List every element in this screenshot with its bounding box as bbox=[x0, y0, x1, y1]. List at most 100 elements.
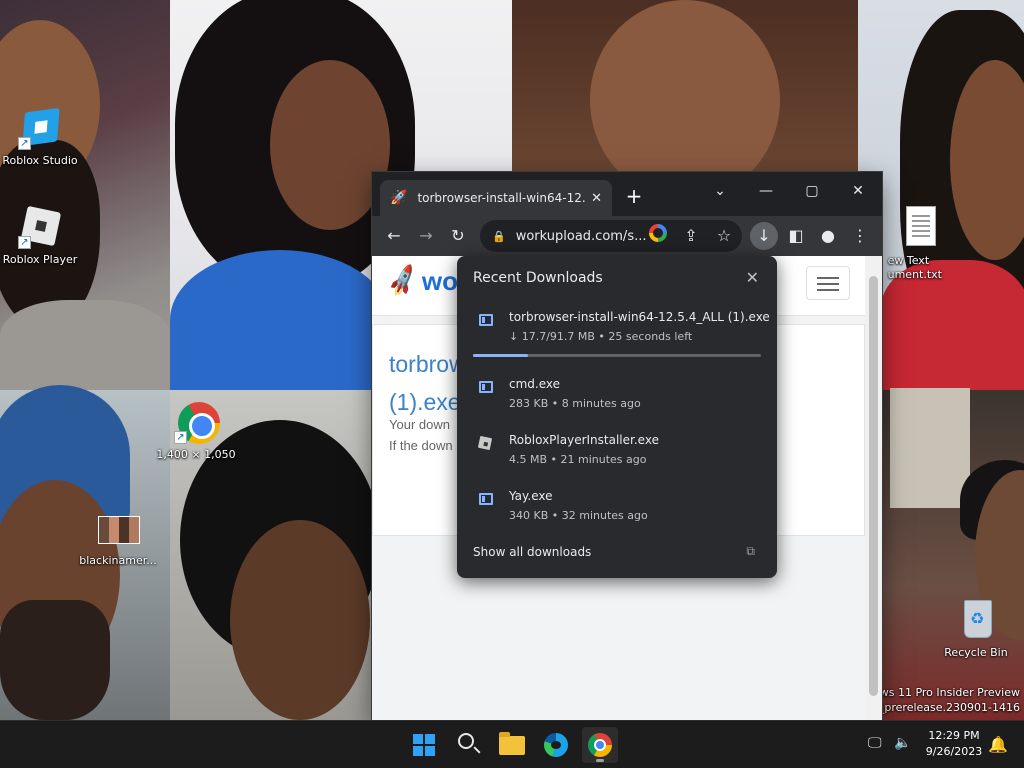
desktop-icon-label: Recycle Bin bbox=[944, 646, 1008, 659]
maximize-button[interactable]: ▢ bbox=[790, 176, 834, 206]
windows-logo-icon bbox=[413, 734, 435, 756]
exe-file-icon bbox=[479, 493, 493, 505]
google-icon[interactable] bbox=[649, 224, 667, 242]
desktop-icon-text-document[interactable]: ew Text ument.txt bbox=[872, 206, 942, 282]
search-button[interactable] bbox=[450, 727, 486, 763]
download-item[interactable]: RobloxPlayerInstaller.exe 4.5 MB • 21 mi… bbox=[457, 433, 777, 483]
desktop-icon-tooltip: 1,400 × 1,050 bbox=[156, 448, 236, 461]
back-button[interactable]: ← bbox=[380, 222, 408, 250]
wallpaper-face bbox=[230, 520, 370, 720]
folder-icon bbox=[499, 732, 525, 755]
wallpaper-detail bbox=[170, 250, 390, 390]
wallpaper-detail bbox=[0, 600, 110, 720]
desktop-icon-label: blackinamer... bbox=[79, 554, 157, 567]
close-icon[interactable]: ✕ bbox=[746, 268, 759, 287]
windows-watermark-build: rs_prerelease.230901-1416 bbox=[868, 701, 1020, 714]
page-scrollbar[interactable] bbox=[865, 256, 882, 720]
chrome-taskbar-button[interactable] bbox=[582, 727, 618, 763]
bookmark-star-icon[interactable]: ☆ bbox=[710, 222, 738, 250]
clock-date: 9/26/2023 bbox=[925, 745, 983, 758]
download-status: 283 KB • 8 minutes ago bbox=[509, 397, 641, 410]
text-file-icon bbox=[906, 206, 936, 246]
file-heading-line1: torbrow bbox=[389, 351, 466, 377]
desktop-icon-recycle-bin[interactable]: Recycle Bin bbox=[936, 598, 1016, 659]
file-heading: torbrow (1).exe bbox=[389, 345, 466, 421]
tab-search-button[interactable]: ⌄ bbox=[698, 176, 742, 206]
lock-icon: 🔒 bbox=[492, 229, 506, 243]
download-filename: RobloxPlayerInstaller.exe bbox=[509, 433, 659, 447]
url-text: workupload.com/s... bbox=[515, 228, 647, 244]
download-item[interactable]: torbrowser-install-win64-12.5.4_ALL (1).… bbox=[457, 310, 777, 360]
share-icon[interactable]: ⇪ bbox=[677, 222, 705, 250]
desktop-icon-label: Roblox Player bbox=[2, 253, 78, 266]
logo-text: wo bbox=[421, 266, 458, 296]
search-icon bbox=[458, 733, 474, 749]
download-status: 4.5 MB • 21 minutes ago bbox=[509, 453, 647, 466]
windows-watermark-edition: ows 11 Pro Insider Preview bbox=[873, 686, 1020, 699]
download-filename: torbrowser-install-win64-12.5.4_ALL (1).… bbox=[509, 310, 770, 324]
taskbar: 🖵 🔈 12:29 PM 9/26/2023 🔔 bbox=[0, 720, 1024, 768]
wallpaper-detail bbox=[0, 300, 170, 390]
forward-button[interactable]: → bbox=[412, 222, 440, 250]
download-progress-bar bbox=[473, 354, 761, 357]
notification-bell-icon[interactable]: 🔔 bbox=[988, 735, 1008, 754]
edge-icon bbox=[544, 733, 568, 757]
tab-title: torbrowser-install-win64-12.5.4_ALL bbox=[417, 191, 586, 205]
download-status: 340 KB • 32 minutes ago bbox=[509, 509, 648, 522]
side-panel-icon[interactable]: ◧ bbox=[782, 222, 810, 250]
exe-file-icon bbox=[479, 381, 493, 393]
download-status: ↓ 17.7/91.7 MB • 25 seconds left bbox=[509, 330, 693, 343]
desktop-icon-google-chrome[interactable]: ↗ 1,400 × 1,050 bbox=[156, 400, 236, 461]
chrome-icon bbox=[588, 733, 612, 757]
download-item[interactable]: Yay.exe 340 KB • 32 minutes ago bbox=[457, 489, 777, 539]
open-external-icon[interactable]: ⧉ bbox=[746, 544, 755, 559]
download-progress-fill bbox=[473, 354, 528, 357]
browser-toolbar: ← → ↻ 🔒 workupload.com/s... ⇪ ☆ ↓ ◧ ● ⋮ bbox=[372, 216, 882, 256]
desktop-icon-blackinamerica[interactable]: blackinamer... bbox=[78, 506, 158, 567]
scrollbar-thumb[interactable] bbox=[869, 276, 878, 696]
show-all-downloads-link[interactable]: Show all downloads bbox=[473, 545, 591, 559]
minimize-button[interactable]: — bbox=[744, 176, 788, 206]
downloads-panel: Recent Downloads ✕ torbrowser-install-wi… bbox=[457, 256, 777, 578]
wallpaper-detail bbox=[890, 388, 970, 508]
rocket-icon: 🚀 bbox=[384, 263, 422, 300]
wallpaper-face bbox=[590, 0, 780, 200]
roblox-file-icon bbox=[477, 435, 493, 451]
downloads-button[interactable]: ↓ bbox=[750, 222, 778, 250]
title-bar[interactable]: 🚀 torbrowser-install-win64-12.5.4_ALL ✕ … bbox=[372, 172, 882, 216]
reload-button[interactable]: ↻ bbox=[444, 222, 472, 250]
download-item[interactable]: cmd.exe 283 KB • 8 minutes ago bbox=[457, 377, 777, 427]
recycle-bin-icon bbox=[964, 600, 992, 638]
new-tab-button[interactable]: + bbox=[622, 184, 646, 208]
more-menu-icon[interactable]: ⋮ bbox=[846, 222, 874, 250]
volume-muted-icon[interactable]: 🔈 bbox=[894, 735, 911, 751]
desktop-icon-roblox-player[interactable]: ↗ Roblox Player bbox=[2, 205, 78, 266]
download-filename: Yay.exe bbox=[509, 489, 553, 503]
exe-file-icon bbox=[479, 314, 493, 326]
desktop-icon-label: Roblox Studio bbox=[2, 154, 78, 167]
workupload-logo[interactable]: 🚀 wo bbox=[384, 264, 458, 300]
shortcut-arrow-icon: ↗ bbox=[174, 431, 187, 444]
download-filename: cmd.exe bbox=[509, 377, 561, 391]
desktop-icon-roblox-studio[interactable]: ↗ Roblox Studio bbox=[2, 106, 78, 167]
image-thumbnail-icon bbox=[98, 516, 140, 544]
browser-tab[interactable]: 🚀 torbrowser-install-win64-12.5.4_ALL ✕ bbox=[380, 180, 612, 216]
network-icon[interactable]: 🖵 bbox=[868, 735, 882, 751]
desktop-icon-label: ew Text ument.txt bbox=[887, 254, 942, 281]
workupload-favicon-icon: 🚀 bbox=[390, 190, 408, 206]
download-description: If the down bbox=[389, 438, 453, 453]
file-heading-line2: (1).exe bbox=[389, 389, 461, 415]
edge-button[interactable] bbox=[538, 727, 574, 763]
download-description: Your down bbox=[389, 417, 450, 432]
hamburger-menu-button[interactable] bbox=[806, 266, 850, 300]
file-explorer-button[interactable] bbox=[494, 727, 530, 763]
shortcut-arrow-icon: ↗ bbox=[18, 137, 31, 150]
clock-time: 12:29 PM bbox=[928, 729, 980, 742]
start-button[interactable] bbox=[406, 727, 442, 763]
close-window-button[interactable]: ✕ bbox=[836, 176, 880, 206]
tab-close-icon[interactable]: ✕ bbox=[591, 191, 602, 206]
system-clock[interactable]: 12:29 PM 9/26/2023 bbox=[922, 728, 986, 760]
downloads-title: Recent Downloads bbox=[473, 270, 603, 286]
running-indicator bbox=[596, 759, 604, 762]
profile-icon[interactable]: ● bbox=[814, 222, 842, 250]
